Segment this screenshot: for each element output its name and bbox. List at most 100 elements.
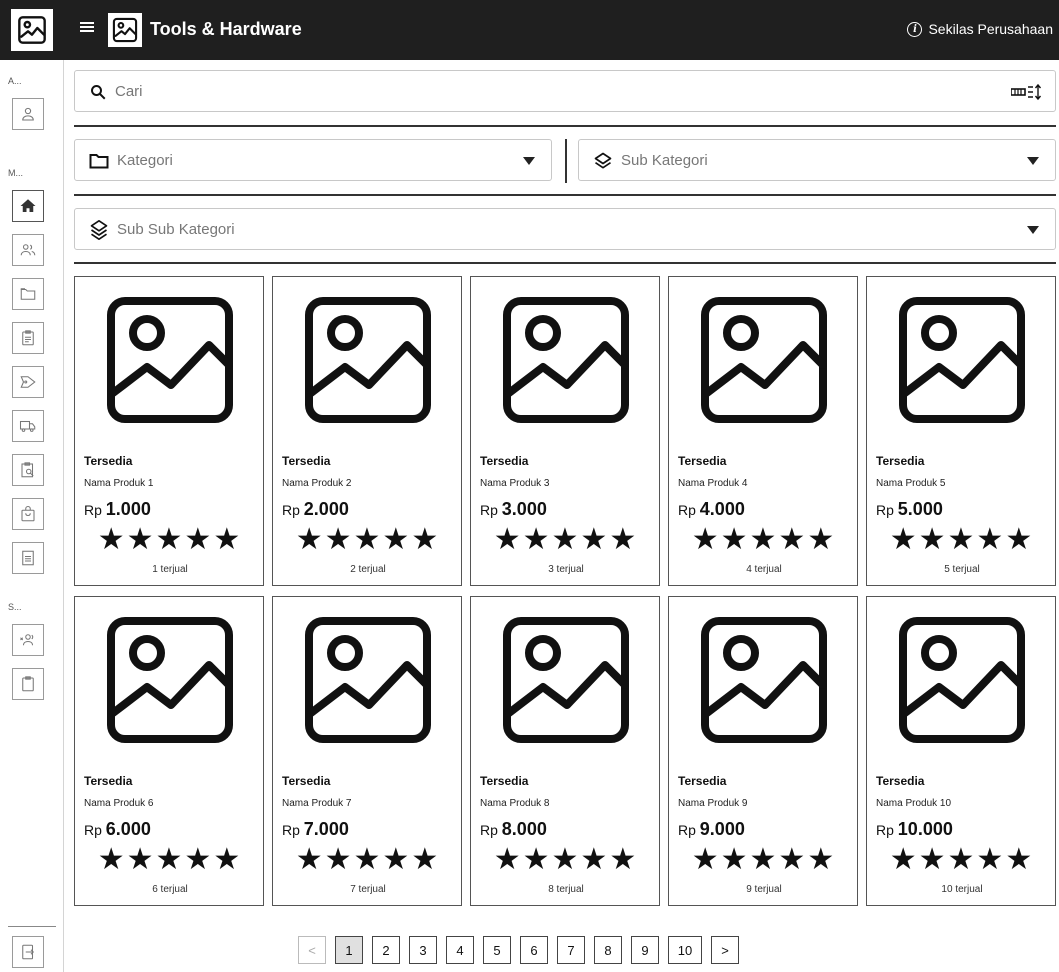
sidebar-item-folders[interactable] xyxy=(12,278,44,310)
product-currency: Rp xyxy=(876,822,894,838)
layers-icon xyxy=(594,152,612,169)
product-status: Tersedia xyxy=(84,774,133,788)
product-price-value: 3.000 xyxy=(501,499,547,519)
product-currency: Rp xyxy=(876,502,894,518)
product-status: Tersedia xyxy=(678,774,727,788)
sidebar-section-label-m: M... xyxy=(8,168,23,178)
product-name: Nama Produk 9 xyxy=(678,798,748,809)
sidebar-section-label-a: A... xyxy=(8,76,22,86)
product-name: Nama Produk 8 xyxy=(480,798,550,809)
product-rating-stars: ★★★★★ xyxy=(889,843,1035,876)
company-overview-label: Sekilas Perusahaan xyxy=(928,21,1053,37)
product-name: Nama Produk 10 xyxy=(876,798,952,809)
menu-icon[interactable] xyxy=(80,20,94,38)
product-image-icon xyxy=(501,615,631,745)
sidebar-item-orders[interactable] xyxy=(12,498,44,530)
sidebar-item-search-report[interactable] xyxy=(12,454,44,486)
users-icon xyxy=(20,244,36,256)
sidebar-logo[interactable] xyxy=(0,0,64,60)
sidebar-item-profile[interactable] xyxy=(12,98,44,130)
product-rating-stars: ★★★★★ xyxy=(493,523,639,556)
sort-icon[interactable] xyxy=(1011,83,1043,101)
product-rating-stars: ★★★★★ xyxy=(493,843,639,876)
product-price-value: 4.000 xyxy=(699,499,745,519)
sidebar-item-clipboard-copy[interactable] xyxy=(12,668,44,700)
category-select[interactable]: Kategori xyxy=(74,139,552,181)
folder-icon xyxy=(89,154,109,169)
product-price: Rp 7.000 xyxy=(282,819,349,840)
product-sold-count: 8 terjual xyxy=(548,884,584,895)
pagination-page-4[interactable]: 4 xyxy=(446,936,474,964)
product-card[interactable]: Tersedia Nama Produk 3 Rp 3.000 ★★★★★ 3 terj… xyxy=(470,276,660,586)
product-name: Nama Produk 6 xyxy=(84,798,154,809)
category-placeholder: Kategori xyxy=(117,152,173,169)
subsubcategory-select[interactable]: Sub Sub Kategori xyxy=(74,208,1056,250)
product-status: Tersedia xyxy=(84,454,133,468)
product-currency: Rp xyxy=(678,822,696,838)
product-status: Tersedia xyxy=(876,774,925,788)
product-card[interactable]: Tersedia Nama Produk 2 Rp 2.000 ★★★★★ 2 terj… xyxy=(272,276,462,586)
sidebar-item-tags[interactable] xyxy=(12,366,44,398)
search-placeholder: Cari xyxy=(115,83,143,100)
product-price-value: 10.000 xyxy=(897,819,953,839)
product-card[interactable]: Tersedia Nama Produk 10 Rp 10.000 ★★★★★ 10 t… xyxy=(866,596,1056,906)
sidebar-item-users[interactable] xyxy=(12,234,44,266)
product-card[interactable]: Tersedia Nama Produk 7 Rp 7.000 ★★★★★ 7 terj… xyxy=(272,596,462,906)
pagination-page-7[interactable]: 7 xyxy=(557,936,585,964)
truck-icon xyxy=(19,420,36,432)
chevron-down-icon xyxy=(523,157,535,165)
subcategory-select[interactable]: Sub Kategori xyxy=(578,139,1056,181)
company-overview-link[interactable]: i Sekilas Perusahaan xyxy=(907,21,1053,37)
product-card[interactable]: Tersedia Nama Produk 5 Rp 5.000 ★★★★★ 5 terj… xyxy=(866,276,1056,586)
product-image-icon xyxy=(303,295,433,425)
pagination-prev-button[interactable]: < xyxy=(298,936,326,964)
sidebar-item-remove-users[interactable] xyxy=(12,624,44,656)
info-icon: i xyxy=(907,21,923,37)
product-price-value: 5.000 xyxy=(897,499,943,519)
pagination-page-3[interactable]: 3 xyxy=(409,936,437,964)
pagination-page-9[interactable]: 9 xyxy=(631,936,659,964)
product-name: Nama Produk 4 xyxy=(678,478,748,489)
chevron-down-icon xyxy=(1027,226,1039,234)
product-name: Nama Produk 7 xyxy=(282,798,352,809)
product-card[interactable]: Tersedia Nama Produk 9 Rp 9.000 ★★★★★ 9 terj… xyxy=(668,596,858,906)
pagination-page-1[interactable]: 1 xyxy=(335,936,363,964)
sidebar-item-shipping[interactable] xyxy=(12,410,44,442)
product-status: Tersedia xyxy=(480,774,529,788)
product-currency: Rp xyxy=(84,502,102,518)
product-card[interactable]: Tersedia Nama Produk 4 Rp 4.000 ★★★★★ 4 terj… xyxy=(668,276,858,586)
product-card[interactable]: Tersedia Nama Produk 6 Rp 6.000 ★★★★★ 6 terj… xyxy=(74,596,264,906)
layers-icon xyxy=(90,219,108,240)
bag-icon xyxy=(21,505,35,522)
search-input[interactable]: Cari xyxy=(74,70,1056,112)
sidebar-item-home[interactable] xyxy=(12,190,44,222)
users-remove-icon xyxy=(20,634,34,646)
product-price-value: 7.000 xyxy=(303,819,349,839)
pagination-page-6[interactable]: 6 xyxy=(520,936,548,964)
subsubcategory-placeholder: Sub Sub Kategori xyxy=(117,221,235,238)
pagination-page-8[interactable]: 8 xyxy=(594,936,622,964)
product-rating-stars: ★★★★★ xyxy=(97,843,243,876)
sidebar-item-documents[interactable] xyxy=(12,542,44,574)
product-price: Rp 4.000 xyxy=(678,499,745,520)
product-card[interactable]: Tersedia Nama Produk 1 Rp 1.000 ★★★★★ 1 terj… xyxy=(74,276,264,586)
product-name: Nama Produk 2 xyxy=(282,478,352,489)
divider xyxy=(74,194,1056,196)
top-bar: Tools & Hardware i Sekilas Perusahaan xyxy=(64,0,1059,60)
product-card[interactable]: Tersedia Nama Produk 8 Rp 8.000 ★★★★★ 8 terj… xyxy=(470,596,660,906)
pagination-next-button[interactable]: > xyxy=(711,936,739,964)
document-icon xyxy=(22,550,34,566)
product-rating-stars: ★★★★★ xyxy=(691,523,837,556)
pagination-page-10[interactable]: 10 xyxy=(668,936,702,964)
product-name: Nama Produk 5 xyxy=(876,478,946,489)
divider xyxy=(74,262,1056,264)
subcategory-placeholder: Sub Kategori xyxy=(621,152,708,169)
pagination-page-2[interactable]: 2 xyxy=(372,936,400,964)
home-icon xyxy=(20,199,36,212)
pagination-page-5[interactable]: 5 xyxy=(483,936,511,964)
product-sold-count: 7 terjual xyxy=(350,884,386,895)
sidebar-item-clipboard[interactable] xyxy=(12,322,44,354)
sidebar-item-logout[interactable] xyxy=(12,936,44,968)
product-sold-count: 5 terjual xyxy=(944,564,980,575)
product-currency: Rp xyxy=(678,502,696,518)
